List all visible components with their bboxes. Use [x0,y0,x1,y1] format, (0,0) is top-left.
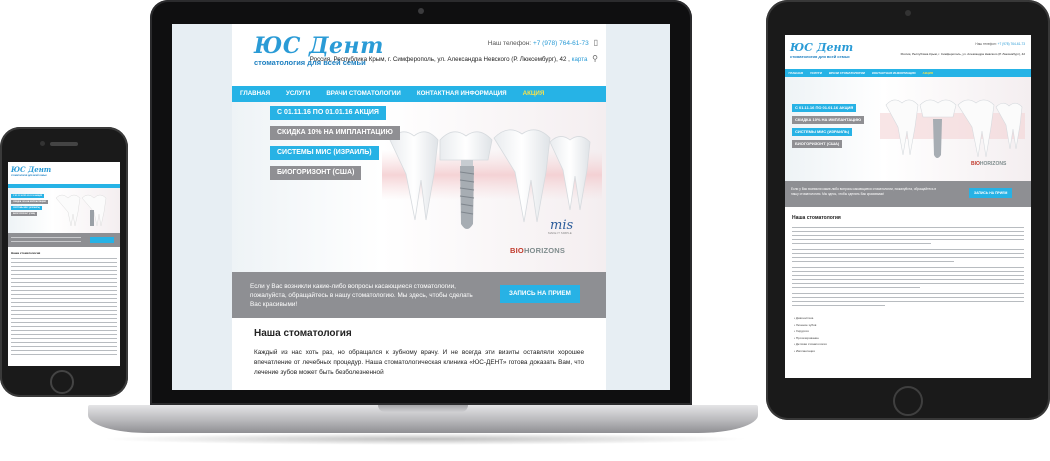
phone-site-tagline: стоматология для всей семьи [11,174,47,177]
tablet-phone: Наш телефон: +7 (978) 764-61-73 [975,42,1025,46]
tablet-site-tagline: стоматология для всей семьи [790,54,850,59]
nav-item-doctors[interactable]: ВРАЧИ СТОМАТОЛОГИИ [318,86,408,102]
laptop-base [88,405,758,433]
tablet-address: Россия, Республика Крым, г. Симферополь,… [900,52,1025,56]
phone-teeth-image [55,194,107,227]
laptop-notch [378,405,468,412]
tablet-site-nav: ГЛАВНАЯ УСЛУГИ ВРАЧИ СТОМАТОЛОГИИ КОНТАК… [785,69,1031,77]
phone-about-title: Наша стоматология [11,251,41,255]
map-link[interactable]: карта [572,56,588,63]
tablet-promo-badge-dates: С 01.11.16 ПО 01.01.16 АКЦИЯ [792,104,857,112]
tablet-nav-contacts[interactable]: КОНТАКТНАЯ ИНФОРМАЦИЯ [868,69,919,77]
tablet-nav-services[interactable]: УСЛУГИ [807,69,826,77]
cta-text: Если у Вас возникли какие-либо вопросы к… [250,283,473,308]
phone-screen: ЮС Дент стоматология для всей семьи С 01… [8,162,120,366]
address-text: Россия, Республика Крым, г. Симферополь,… [309,56,567,63]
tablet-site-header: ЮС Дент стоматология для всей семьи Наш … [785,35,1031,69]
header-address: Россия, Республика Крым, г. Симферополь,… [309,54,598,63]
tablet-site-logo[interactable]: ЮС Дент [790,41,853,54]
mobile-phone-icon: ▯ [593,38,598,47]
tablet-home-button[interactable] [893,386,923,416]
about-section: Наша стоматология Каждый из нас хоть раз… [232,318,606,390]
header-phone: Наш телефон: +7 (978) 764-61-73 ▯ [488,38,598,47]
tablet-promo-badge-discount: СКИДКА 10% НА ИМПЛАНТАЦИЮ [792,116,865,124]
promo-badge-dates: С 01.11.16 ПО 01.01.16 АКЦИЯ [270,106,386,120]
tablet-about: Наша стоматология • Диагностика • Лечени… [785,207,1031,378]
phone-label: Наш телефон: [487,40,532,47]
cta-section: Если у Вас возникли какие-либо вопросы к… [232,272,606,318]
about-title: Наша стоматология [254,328,352,339]
phone-device: ЮС Дент стоматология для всей семьи С 01… [0,127,128,397]
tablet-promo-badge-bio: БИОГОРИЗОНТ (США) [792,140,843,148]
website: ЮС Дент стоматология для всей семьи Наш … [232,24,606,390]
phone-promo-badge: СКИДКА 10% НА ИМПЛАНТАЦИЮ [11,200,49,204]
nav-item-promo[interactable]: АКЦИЯ [515,86,553,102]
appointment-button[interactable]: ЗАПИСЬ НА ПРИЕМ [500,285,580,303]
map-pin-icon: ⚲ [592,54,598,63]
phone-promo-badge: С 01.11.16 ПО 01.01.16 АКЦИЯ [11,194,45,198]
laptop-device: ЮС Дент стоматология для всей семьи Наш … [150,0,692,405]
tablet-promo-badge-mis: СИСТЕМЫ МИС (ИЗРАИЛЬ) [792,128,853,136]
phone-site-logo[interactable]: ЮС Дент [11,165,51,174]
tablet-camera [905,10,911,16]
phone-cta-button[interactable] [90,237,114,243]
about-text: Каждый из нас хоть раз, но обращался к з… [254,349,584,376]
biohorizons-logo: BIOHORIZONS [510,246,566,255]
promo-badge-biohorizons: БИОГОРИЗОНТ (США) [270,166,362,180]
tablet-nav-home[interactable]: ГЛАВНАЯ [785,69,807,77]
phone-site-hero: С 01.11.16 ПО 01.01.16 АКЦИЯ СКИДКА 10% … [8,188,120,233]
phone-site-cta [8,233,120,247]
tablet-nav-promo[interactable]: АКЦИЯ [919,69,937,77]
phone-site-body: Наша стоматология [8,247,120,366]
phone-home-button[interactable] [50,370,74,394]
tablet-appointment-button[interactable]: ЗАПИСЬ НА ПРИЕМ [969,188,1013,198]
main-nav: ГЛАВНАЯ УСЛУГИ ВРАЧИ СТОМАТОЛОГИИ КОНТАК… [232,86,606,102]
phone-number[interactable]: +7 (978) 764-61-73 [533,40,589,47]
phone-promo-badge: СИСТЕМЫ МИС (ИЗРАИЛЬ) [11,206,43,210]
tablet-cta: Если у Вас возникли какие-либо вопросы к… [785,181,1031,207]
phone-promo-badge: БИОГОРИЗОНТ (США) [11,212,38,216]
tablet-nav-doctors[interactable]: ВРАЧИ СТОМАТОЛОГИИ [825,69,868,77]
nav-item-contacts[interactable]: КОНТАКТНАЯ ИНФОРМАЦИЯ [409,86,515,102]
nav-item-services[interactable]: УСЛУГИ [278,86,318,102]
phone-site-header: ЮС Дент стоматология для всей семьи [8,162,120,184]
tablet-hero: С 01.11.16 ПО 01.01.16 АКЦИЯ СКИДКА 10% … [785,77,1031,181]
tablet-teeth-image [880,99,1025,158]
tablet-about-title: Наша стоматология [792,215,841,221]
promo-badge-discount: СКИДКА 10% НА ИМПЛАНТАЦИЮ [270,126,400,140]
phone-speaker [50,142,78,146]
tablet-cta-text: Если у Вас возникли какие-либо вопросы к… [791,187,937,196]
promo-badge-mis: СИСТЕМЫ МИС (ИЗРАИЛЬ) [270,146,379,160]
mis-logo-subtitle: MAKE IT SIMPLE [548,231,572,235]
site-header: ЮС Дент стоматология для всей семьи Наш … [232,24,606,86]
laptop-screen: ЮС Дент стоматология для всей семьи Наш … [172,24,670,390]
list-item: • Имплантация [794,348,815,353]
laptop-camera [418,8,424,14]
list-item: • Детская стоматология [794,342,827,346]
nav-item-home[interactable]: ГЛАВНАЯ [232,86,278,102]
tablet-biohorizons-logo: BIOHORIZONS [971,161,1007,167]
phone-camera [40,141,45,146]
tablet-services-list: • Диагностика • Лечение зубов • Хирургия… [794,315,827,354]
tablet-screen: ЮС Дент стоматология для всей семьи Наш … [785,35,1031,378]
tablet-device: ЮС Дент стоматология для всей семьи Наш … [766,0,1050,420]
hero-banner: С 01.11.16 ПО 01.01.16 АКЦИЯ СКИДКА 10% … [232,102,606,272]
